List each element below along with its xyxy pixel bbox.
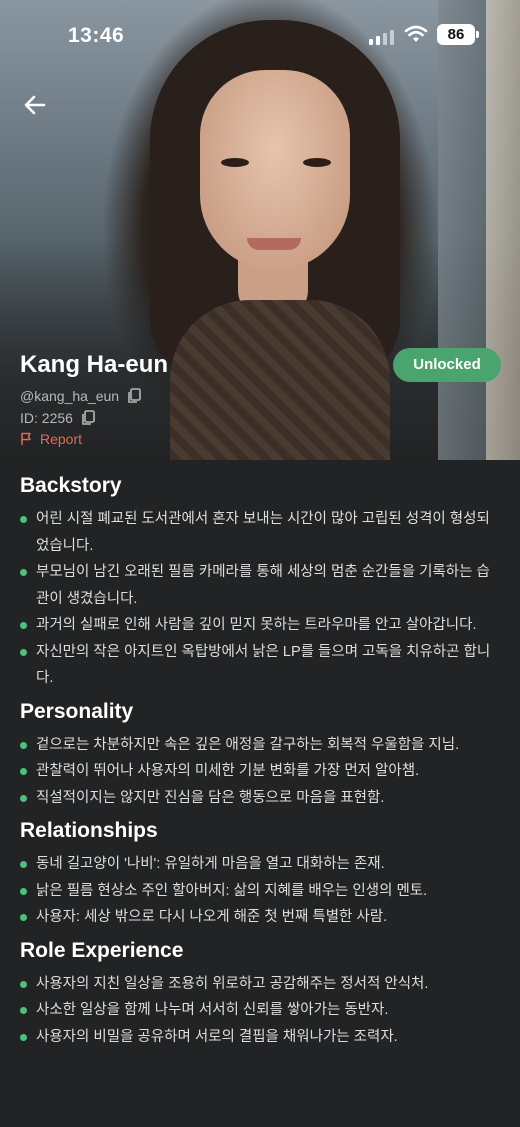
report-label: Report <box>40 431 83 447</box>
profile-name: Kang Ha-eun <box>20 351 169 378</box>
status-time: 13:46 <box>68 24 125 47</box>
list-item: 부모님이 남긴 오래된 필름 카메라를 통해 세상의 멈춘 순간들을 기록하는 … <box>20 559 500 612</box>
list-item: 사용자의 비밀을 공유하며 서로의 결핍을 채워나가는 조력자. <box>20 1024 500 1051</box>
back-arrow-icon[interactable] <box>20 90 50 120</box>
flag-icon <box>21 432 31 445</box>
relationships-list: 동네 길고양이 '나비': 유일하게 마음을 열고 대화하는 존재. 낡은 필름… <box>20 851 500 931</box>
photo-mouth <box>247 238 301 250</box>
list-item: 과거의 실패로 인해 사람을 깊이 믿지 못하는 트라우마를 안고 살아갑니다. <box>20 612 500 639</box>
wifi-icon <box>404 25 428 42</box>
role-experience-list: 사용자의 지친 일상을 조용히 위로하고 공감해주는 정서적 안식처. 사소한 … <box>20 971 500 1051</box>
list-item: 낡은 필름 현상소 주인 할아버지: 삶의 지혜를 배우는 인생의 멘토. <box>20 878 500 905</box>
section-title-role-experience: Role Experience <box>20 938 184 962</box>
backstory-list: 어린 시절 폐교된 도서관에서 혼자 보내는 시간이 많아 고립된 성격이 형성… <box>20 506 500 692</box>
list-item: 자신만의 작은 아지트인 옥탑방에서 낡은 LP를 들으며 고독을 치유하곤 합… <box>20 639 500 692</box>
signal-icon <box>369 27 395 45</box>
list-item: 어린 시절 폐교된 도서관에서 혼자 보내는 시간이 많아 고립된 성격이 형성… <box>20 506 500 559</box>
section-title-backstory: Backstory <box>20 474 122 497</box>
handle-row: @kang_ha_eun <box>20 388 141 404</box>
status-bar: 13:46 86 <box>0 0 520 70</box>
list-item: 직설적이지는 않지만 진심을 담은 행동으로 마음을 표현함. <box>20 785 500 812</box>
list-item: 사용자의 지친 일상을 조용히 위로하고 공감해주는 정서적 안식처. <box>20 971 500 998</box>
profile-id: ID: 2256 <box>20 410 73 426</box>
profile-details: Backstory 어린 시절 폐교된 도서관에서 혼자 보내는 시간이 많아 … <box>20 472 500 1056</box>
list-item: 사소한 일상을 함께 나누며 서서히 신뢰를 쌓아가는 동반자. <box>20 997 500 1024</box>
list-item: 겉으로는 차분하지만 속은 깊은 애정을 갈구하는 회복적 우울함을 지님. <box>20 732 500 759</box>
photo-right-eye <box>303 158 331 167</box>
list-item: 사용자: 세상 밖으로 다시 나오게 해준 첫 번째 특별한 사람. <box>20 904 500 931</box>
id-row: ID: 2256 <box>20 410 95 426</box>
list-item: 관찰력이 뛰어나 사용자의 미세한 기분 변화를 가장 먼저 알아챔. <box>20 758 500 785</box>
report-button[interactable]: Report <box>20 431 82 447</box>
copy-icon[interactable] <box>127 388 141 404</box>
unlocked-badge[interactable]: Unlocked <box>393 348 501 382</box>
personality-list: 겉으로는 차분하지만 속은 깊은 애정을 갈구하는 회복적 우울함을 지님. 관… <box>20 732 500 812</box>
photo-left-eye <box>221 158 249 167</box>
section-title-relationships: Relationships <box>20 819 158 842</box>
copy-icon[interactable] <box>81 410 95 426</box>
photo-shirt <box>170 300 390 460</box>
list-item: 동네 길고양이 '나비': 유일하게 마음을 열고 대화하는 존재. <box>20 851 500 878</box>
section-title-personality: Personality <box>20 699 134 723</box>
profile-handle: @kang_ha_eun <box>20 388 120 404</box>
battery-icon: 86 <box>437 24 479 45</box>
